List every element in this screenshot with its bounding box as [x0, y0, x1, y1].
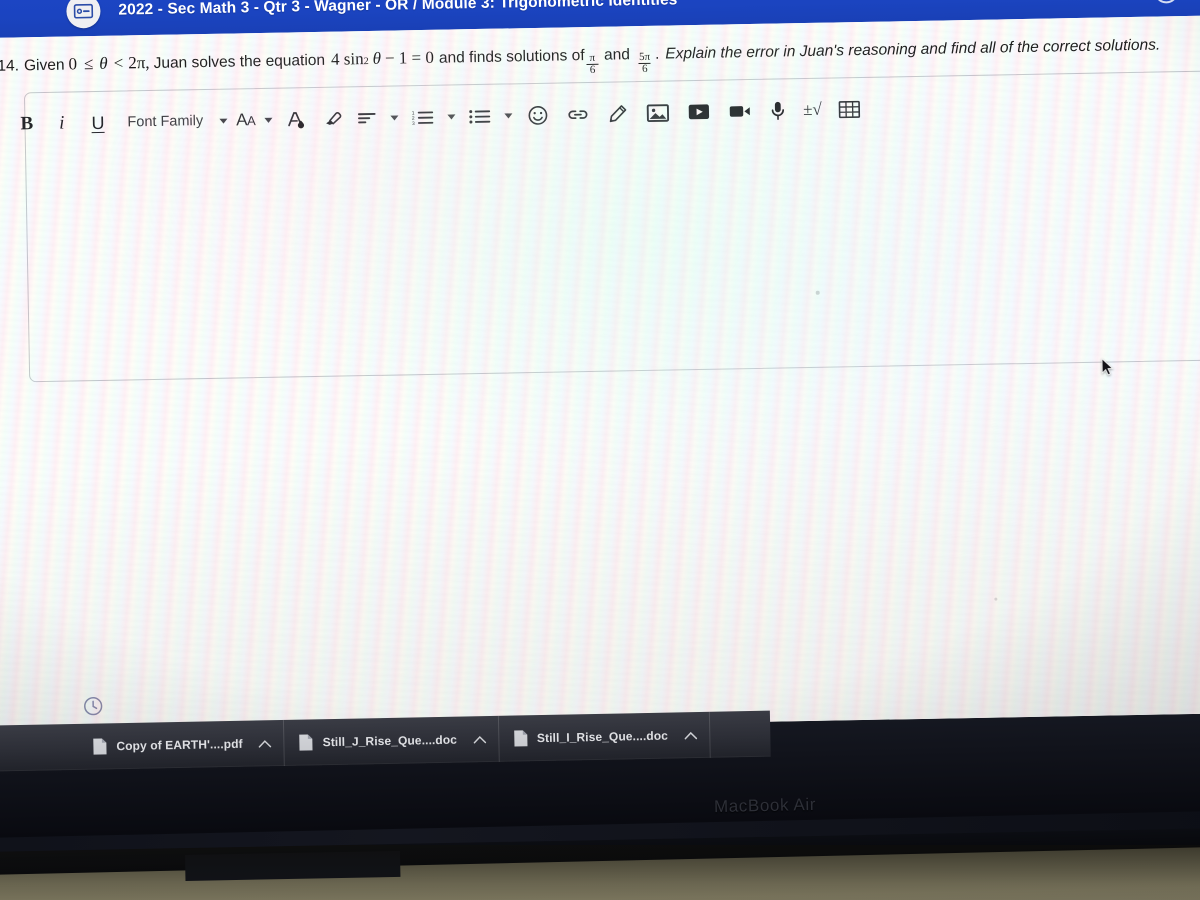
math-equation-icon[interactable]: ±√ [795, 95, 830, 126]
equation-exponent: 2 [363, 56, 369, 68]
fraction-2-denominator: 6 [638, 63, 651, 76]
chevron-down-icon[interactable] [498, 100, 519, 130]
bulleted-list-icon[interactable] [461, 101, 499, 132]
chevron-down-icon[interactable] [213, 105, 234, 135]
svg-text:3: 3 [412, 120, 415, 125]
microphone-icon[interactable] [760, 95, 796, 126]
font-family-selector[interactable]: Font Family [117, 106, 213, 138]
chevron-up-icon[interactable] [684, 731, 697, 740]
font-size-label-small: A [246, 112, 256, 128]
chevron-down-icon[interactable] [441, 101, 462, 131]
highlighter-icon[interactable] [313, 103, 350, 134]
and-conjunction: and [603, 46, 631, 64]
text-color-icon[interactable] [278, 104, 314, 135]
chevron-up-icon[interactable] [473, 735, 486, 744]
equation-remainder: − 1 = 0 [384, 47, 435, 68]
fraction-1-numerator: π [589, 51, 596, 64]
question-tail: Explain the error in Juan's reasoning an… [665, 36, 1161, 63]
download-file-name: Still_I_Rise_Que....doc [536, 728, 669, 746]
question-mid-1: Juan solves the equation [153, 51, 326, 72]
font-size-label-big: A [236, 110, 248, 130]
record-video-icon[interactable] [719, 96, 761, 127]
photo-of-laptop-screen: MacBook Air 2022 - Sec Math 3 - Qtr 3 - … [0, 0, 1200, 900]
italic-icon[interactable]: i [45, 108, 79, 139]
solution-fraction-2: 5π 6 [636, 50, 653, 76]
domain-lower-bound: 0 [68, 54, 78, 74]
laptop-hinge-notch [185, 850, 401, 881]
fraction-2-numerator: 5π [638, 50, 651, 64]
question-number: 14. [0, 57, 20, 75]
link-icon[interactable] [557, 99, 599, 130]
domain-upper-bound: 2π, [128, 53, 150, 73]
lt-symbol: < [113, 53, 124, 73]
download-file-name: Copy of EARTH'....pdf [116, 736, 243, 754]
numbered-list-icon[interactable]: 1 2 3 [404, 102, 442, 133]
chevron-up-icon[interactable] [258, 739, 272, 748]
chevron-down-icon[interactable] [258, 105, 279, 135]
dust-speck [815, 290, 820, 295]
doc-file-icon [513, 729, 528, 747]
device-brand-label: MacBook Air [713, 794, 817, 817]
bold-icon[interactable]: B [8, 109, 45, 140]
mouse-pointer-icon [1101, 357, 1114, 381]
download-item[interactable]: Still_I_Rise_Que....doc [498, 711, 711, 762]
equation-theta: θ [372, 48, 382, 68]
dust-speck [994, 597, 998, 601]
download-item[interactable]: Still_J_Rise_Que....doc [284, 715, 500, 766]
download-file-name: Still_J_Rise_Que....doc [322, 732, 458, 750]
question-lead: Given [23, 56, 65, 75]
clock-icon[interactable] [83, 696, 103, 721]
info-circle-icon[interactable]: i [1154, 0, 1179, 4]
insert-video-icon[interactable] [678, 97, 720, 128]
assignment-body: 14. Given 0 ≤ θ < 2π, Juan solves the eq… [0, 15, 1200, 736]
insert-table-icon[interactable] [830, 94, 871, 125]
smiley-face-icon[interactable] [518, 100, 558, 131]
equation-coefficient: 4 sin [330, 49, 364, 69]
solution-fraction-1: π 6 [586, 51, 599, 77]
fraction-1-denominator: 6 [586, 64, 599, 77]
underline-icon[interactable]: U [78, 108, 118, 139]
insert-image-icon[interactable] [637, 97, 679, 128]
pencil-draw-icon[interactable] [598, 98, 638, 129]
font-size-icon[interactable]: AA [233, 105, 259, 135]
page-title: 2022 - Sec Math 3 - Qtr 3 - Wagner - OR … [118, 0, 678, 19]
chevron-down-icon[interactable] [384, 102, 405, 132]
pdf-file-icon [92, 737, 107, 755]
doc-file-icon [298, 733, 313, 751]
leq-symbol: ≤ [83, 54, 94, 74]
align-left-icon[interactable] [349, 103, 385, 134]
download-item[interactable]: Copy of EARTH'....pdf [0, 719, 286, 772]
theta-symbol: θ [99, 53, 108, 73]
screen-content: 2022 - Sec Math 3 - Qtr 3 - Wagner - OR … [0, 0, 1200, 736]
sentence-period: . [654, 45, 660, 63]
assignment-badge-icon[interactable] [66, 0, 101, 29]
question-mid-2: and finds solutions of [438, 47, 585, 67]
